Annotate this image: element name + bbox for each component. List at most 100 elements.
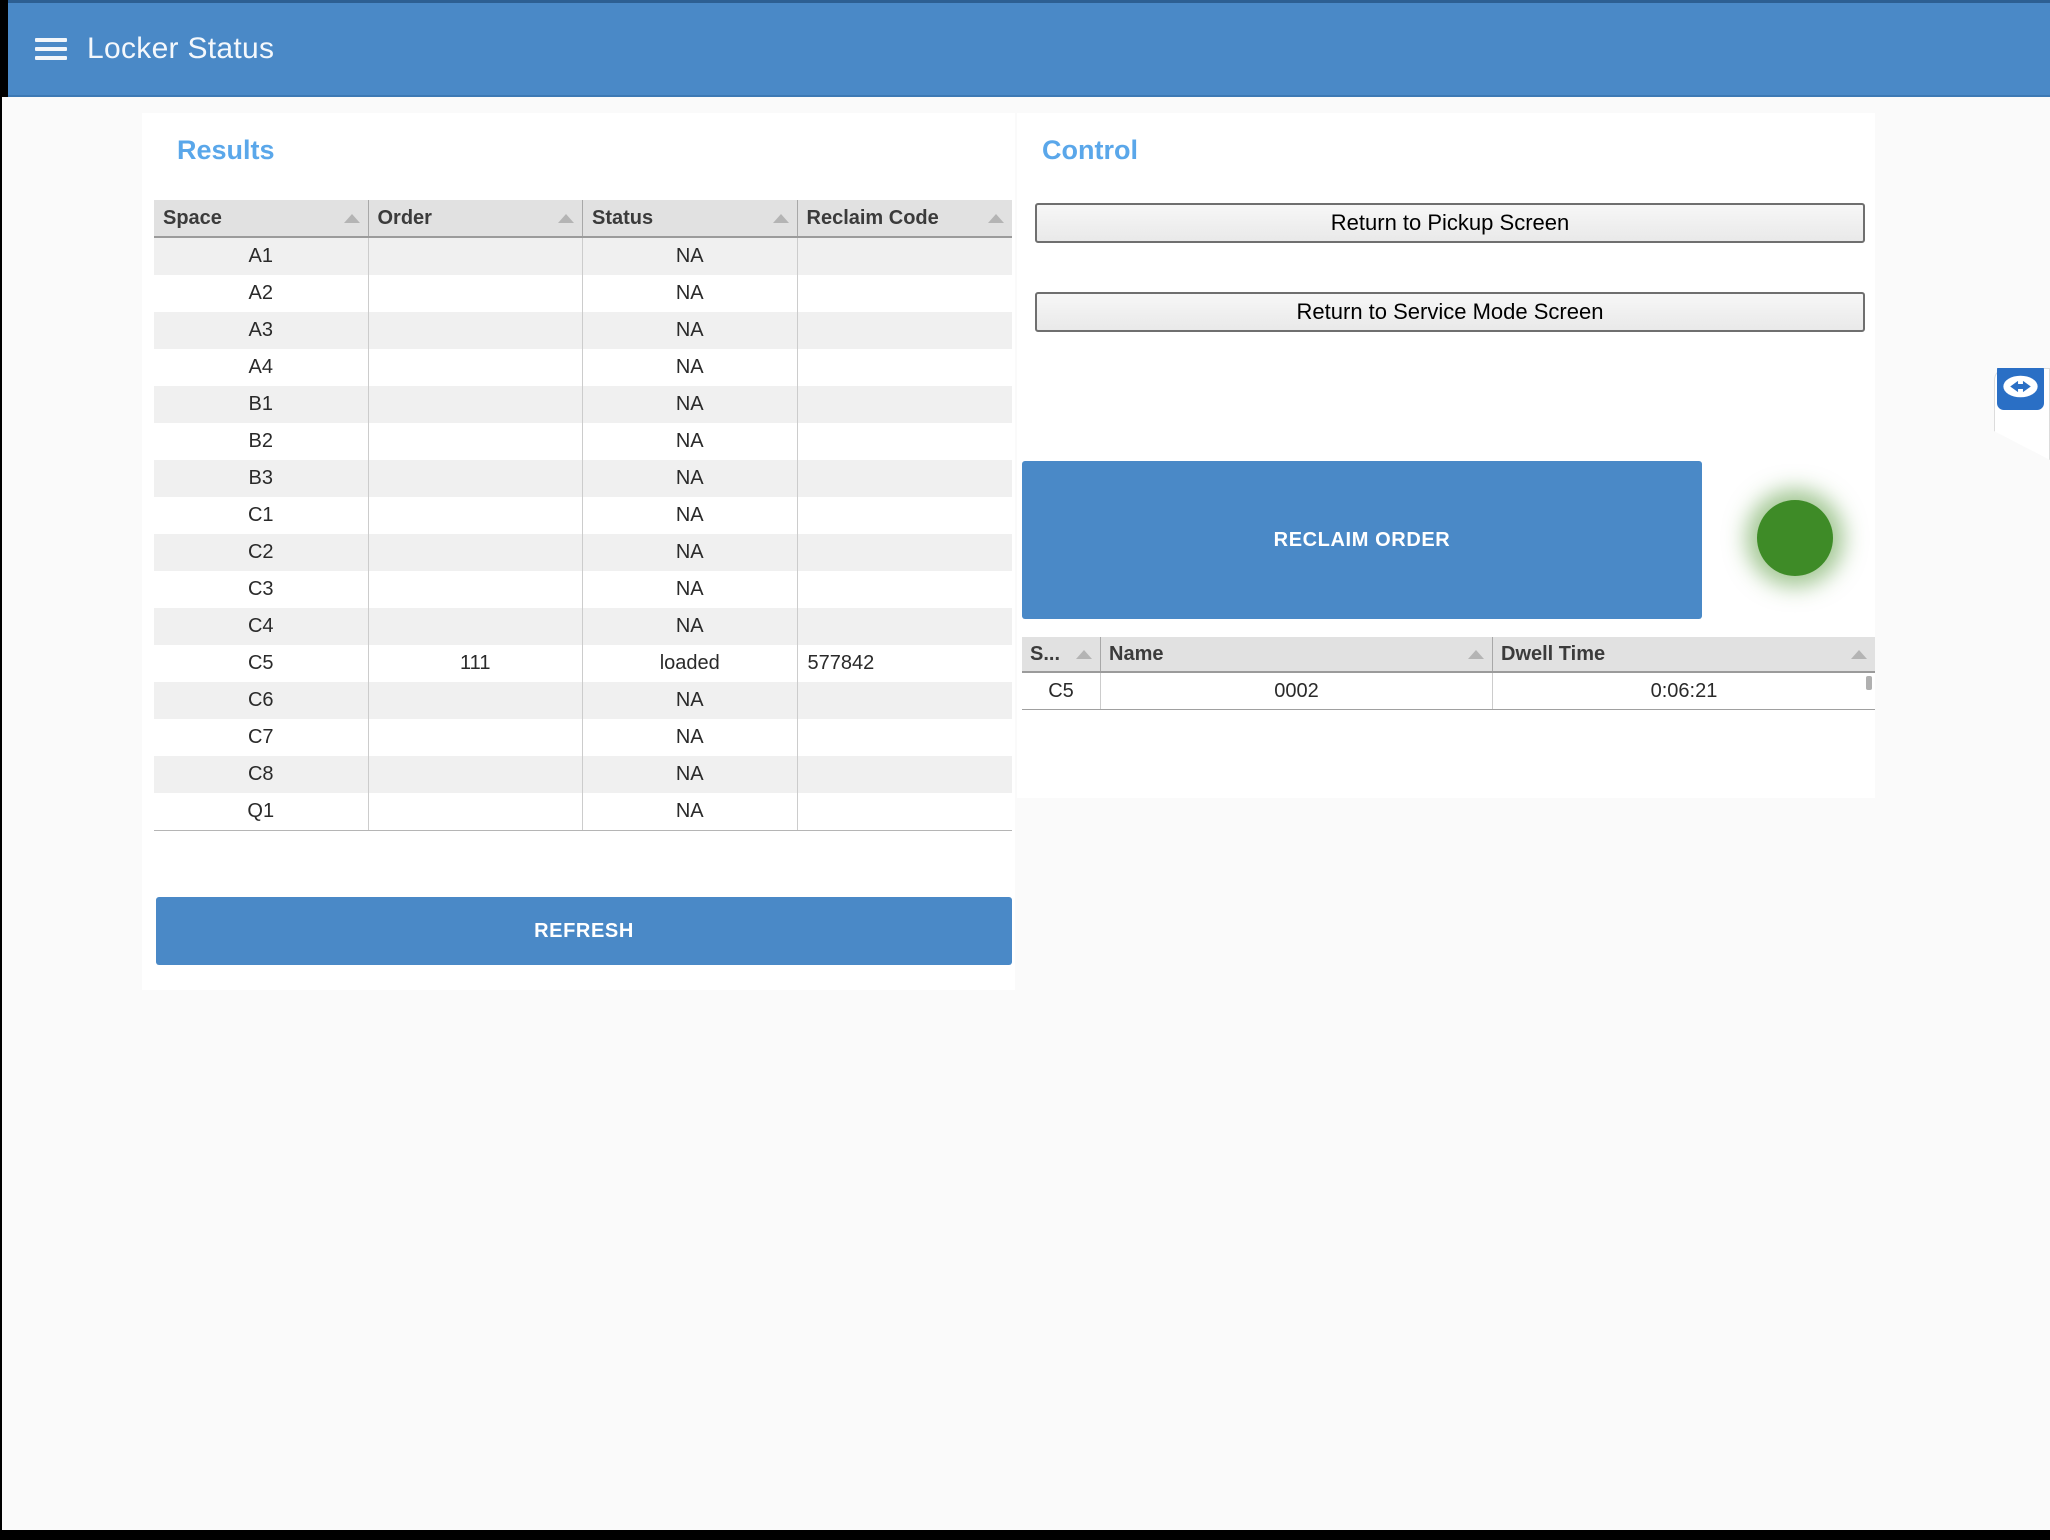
column-header-status[interactable]: Status: [583, 200, 798, 236]
cell-space: B3: [154, 460, 369, 497]
sort-arrow-icon: [344, 214, 360, 223]
cell-reclaim-code: [798, 682, 1013, 719]
cell-reclaim-code: [798, 312, 1013, 349]
reclaim-order-button[interactable]: RECLAIM ORDER: [1022, 461, 1702, 619]
table-row[interactable]: B3 NA: [154, 460, 1012, 497]
column-header-space[interactable]: Space: [154, 200, 369, 236]
table-row[interactable]: C7 NA: [154, 719, 1012, 756]
cell-order: [369, 756, 584, 793]
column-header-label: Name: [1109, 643, 1163, 666]
sort-arrow-icon: [1076, 650, 1092, 659]
refresh-button[interactable]: REFRESH: [156, 897, 1012, 965]
column-header-name[interactable]: Name: [1101, 637, 1493, 671]
column-header-reclaim-code[interactable]: Reclaim Code: [798, 200, 1013, 236]
column-header-dwell-time[interactable]: Dwell Time: [1493, 637, 1875, 671]
table-row[interactable]: B1 NA: [154, 386, 1012, 423]
table-row[interactable]: C8 NA: [154, 756, 1012, 793]
cell-status: NA: [583, 312, 798, 349]
cell-space: B1: [154, 386, 369, 423]
menu-icon-bar: [35, 47, 67, 51]
scrollbar-thumb[interactable]: [1866, 676, 1872, 690]
sort-arrow-icon: [773, 214, 789, 223]
cell-status: NA: [583, 386, 798, 423]
page-title: Locker Status: [87, 32, 274, 66]
table-row[interactable]: A2 NA: [154, 275, 1012, 312]
control-panel: Control Return to Pickup Screen Return t…: [1017, 113, 1875, 798]
cell-status: NA: [583, 349, 798, 386]
table-row[interactable]: C1 NA: [154, 497, 1012, 534]
cell-order: [369, 534, 584, 571]
cell-reclaim-code: [798, 534, 1013, 571]
cell-status: NA: [583, 275, 798, 312]
table-row[interactable]: B2 NA: [154, 423, 1012, 460]
page-background: Locker Status Results Space Order Status: [2, 0, 2050, 1530]
column-header-label: Space: [163, 207, 222, 230]
cell-order: [369, 608, 584, 645]
column-header-order[interactable]: Order: [369, 200, 584, 236]
cell-space: C3: [154, 571, 369, 608]
cell-space: C8: [154, 756, 369, 793]
cell-reclaim-code: [798, 238, 1013, 275]
results-heading: Results: [177, 135, 275, 166]
table-row[interactable]: C6 NA: [154, 682, 1012, 719]
cell-space: C5: [1022, 673, 1101, 709]
cell-order: [369, 238, 584, 275]
menu-icon[interactable]: [35, 33, 67, 65]
column-header-label: Status: [592, 207, 653, 230]
sort-arrow-icon: [1468, 650, 1484, 659]
cell-order: [369, 571, 584, 608]
cell-space: A2: [154, 275, 369, 312]
cell-reclaim-code: [798, 460, 1013, 497]
cell-order: [369, 349, 584, 386]
table-row[interactable]: C2 NA: [154, 534, 1012, 571]
table-row[interactable]: Q1 NA: [154, 793, 1012, 830]
cell-space: C6: [154, 682, 369, 719]
cell-dwell-time: 0:06:21: [1493, 673, 1875, 709]
cell-order: [369, 386, 584, 423]
control-heading: Control: [1042, 135, 1138, 166]
table-row[interactable]: C3 NA: [154, 571, 1012, 608]
cell-status: NA: [583, 571, 798, 608]
cell-order: [369, 497, 584, 534]
cell-order: [369, 682, 584, 719]
cell-reclaim-code: 577842: [798, 645, 1013, 682]
cell-reclaim-code: [798, 386, 1013, 423]
table-row[interactable]: A1 NA: [154, 238, 1012, 275]
cell-order: [369, 423, 584, 460]
cell-reclaim-code: [798, 423, 1013, 460]
cell-order: [369, 275, 584, 312]
cell-status: NA: [583, 460, 798, 497]
cell-space: B2: [154, 423, 369, 460]
return-to-service-mode-button[interactable]: Return to Service Mode Screen: [1035, 292, 1865, 332]
cell-reclaim-code: [798, 497, 1013, 534]
cell-status: NA: [583, 793, 798, 830]
cell-status: NA: [583, 719, 798, 756]
cell-space: C2: [154, 534, 369, 571]
table-row[interactable]: A3 NA: [154, 312, 1012, 349]
table-row[interactable]: C5 0002 0:06:21: [1022, 673, 1875, 710]
cell-reclaim-code: [798, 349, 1013, 386]
cell-status: NA: [583, 534, 798, 571]
cell-reclaim-code: [798, 571, 1013, 608]
cell-space: A3: [154, 312, 369, 349]
cell-order: 111: [369, 645, 584, 682]
remote-access-tab[interactable]: [1994, 368, 2050, 468]
table-row[interactable]: A4 NA: [154, 349, 1012, 386]
return-to-pickup-button[interactable]: Return to Pickup Screen: [1035, 203, 1865, 243]
table-row[interactable]: C5 111 loaded 577842: [154, 645, 1012, 682]
cell-status: NA: [583, 423, 798, 460]
cell-status: NA: [583, 682, 798, 719]
cell-name: 0002: [1101, 673, 1493, 709]
sort-arrow-icon: [988, 214, 1004, 223]
table-row[interactable]: C4 NA: [154, 608, 1012, 645]
menu-icon-bar: [35, 56, 67, 60]
column-header-space-truncated[interactable]: S...: [1022, 637, 1101, 671]
table-header-row: S... Name Dwell Time: [1022, 637, 1875, 673]
cell-reclaim-code: [798, 756, 1013, 793]
cell-space: Q1: [154, 793, 369, 830]
cell-space: C1: [154, 497, 369, 534]
column-header-label: Reclaim Code: [807, 207, 939, 230]
cell-reclaim-code: [798, 719, 1013, 756]
locker-status-table: Space Order Status Reclaim Code A1: [154, 200, 1012, 831]
results-panel: Results Space Order Status Reclaim Code: [142, 113, 1015, 990]
